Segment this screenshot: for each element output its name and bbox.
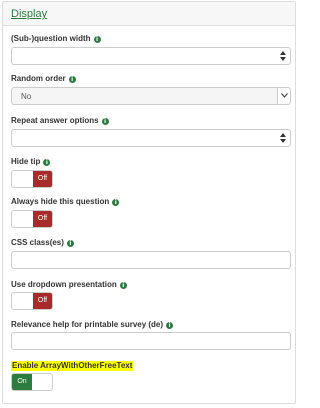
random-order-select[interactable]: No — [11, 87, 291, 105]
number-spinner-icon[interactable] — [279, 51, 287, 61]
dropdown-presentation-label: Use dropdown presentation i — [11, 280, 127, 290]
enable-other-free-text-toggle[interactable]: On — [11, 373, 53, 391]
enable-other-free-text-label: Enable ArrayWithOtherFreeText — [11, 361, 134, 371]
subquestion-width-label: (Sub-)question width i — [11, 34, 101, 44]
random-order-label: Random order i — [11, 74, 76, 84]
info-icon: i — [119, 281, 127, 289]
panel-title-display[interactable]: Display — [11, 8, 47, 20]
random-order-selected-value: No — [21, 92, 32, 101]
toggle-off-segment[interactable]: Off — [33, 211, 52, 227]
info-icon: i — [166, 321, 174, 329]
hide-tip-toggle[interactable]: Off — [11, 170, 53, 188]
select-arrow-box[interactable] — [277, 88, 290, 104]
hide-tip-label: Hide tip i — [11, 157, 51, 167]
display-panel: Display (Sub-)question width i Random or… — [2, 1, 296, 404]
relevance-help-label: Relevance help for printable survey (de)… — [11, 320, 174, 330]
toggle-off-segment[interactable]: Off — [33, 293, 52, 309]
toggle-off-segment[interactable]: Off — [33, 171, 52, 187]
info-icon: i — [43, 158, 51, 166]
info-icon: i — [66, 239, 74, 247]
panel-header: Display — [3, 2, 295, 26]
number-spinner-icon[interactable] — [279, 133, 287, 143]
css-class-label: CSS class(es) i — [11, 238, 74, 248]
info-icon: i — [101, 117, 109, 125]
info-icon: i — [68, 75, 76, 83]
repeat-answer-options-label: Repeat answer options i — [11, 116, 109, 126]
dropdown-presentation-toggle[interactable]: Off — [11, 292, 53, 310]
chevron-down-icon — [281, 93, 288, 98]
always-hide-toggle[interactable]: Off — [11, 210, 53, 228]
toggle-on-segment[interactable]: On — [12, 374, 32, 390]
info-icon: i — [112, 198, 120, 206]
info-icon: i — [93, 35, 101, 43]
relevance-help-input[interactable] — [11, 332, 291, 350]
subquestion-width-input[interactable] — [11, 47, 291, 65]
repeat-answer-options-input[interactable] — [11, 129, 291, 147]
css-class-input[interactable] — [11, 251, 291, 269]
always-hide-label: Always hide this question i — [11, 197, 120, 207]
